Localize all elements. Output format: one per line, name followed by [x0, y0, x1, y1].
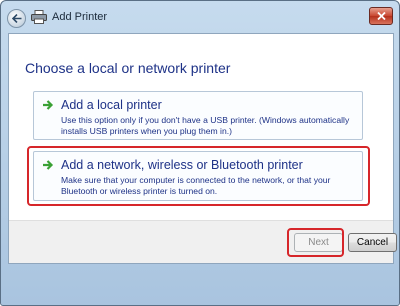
close-button[interactable]	[369, 7, 393, 25]
back-button[interactable]	[7, 9, 26, 28]
title-bar: Add Printer	[1, 1, 399, 33]
next-button-highlight	[287, 228, 344, 257]
add-local-printer-title: Add a local printer	[61, 98, 162, 112]
page-heading: Choose a local or network printer	[25, 60, 231, 76]
close-icon	[376, 12, 386, 20]
add-local-printer-option[interactable]: Add a local printer Use this option only…	[33, 91, 363, 140]
printer-icon	[31, 10, 47, 24]
add-printer-window: Add Printer Choose a local or network pr…	[0, 0, 400, 306]
wizard-content: Choose a local or network printer Add a …	[8, 33, 397, 264]
button-bar: Next Cancel	[9, 220, 397, 263]
cancel-button[interactable]: Cancel	[348, 233, 397, 252]
add-local-printer-description: Use this option only if you don't have a…	[61, 115, 350, 136]
green-arrow-icon	[43, 100, 54, 110]
back-arrow-icon	[11, 14, 21, 23]
window-title: Add Printer	[52, 11, 108, 23]
network-option-highlight	[27, 146, 370, 206]
